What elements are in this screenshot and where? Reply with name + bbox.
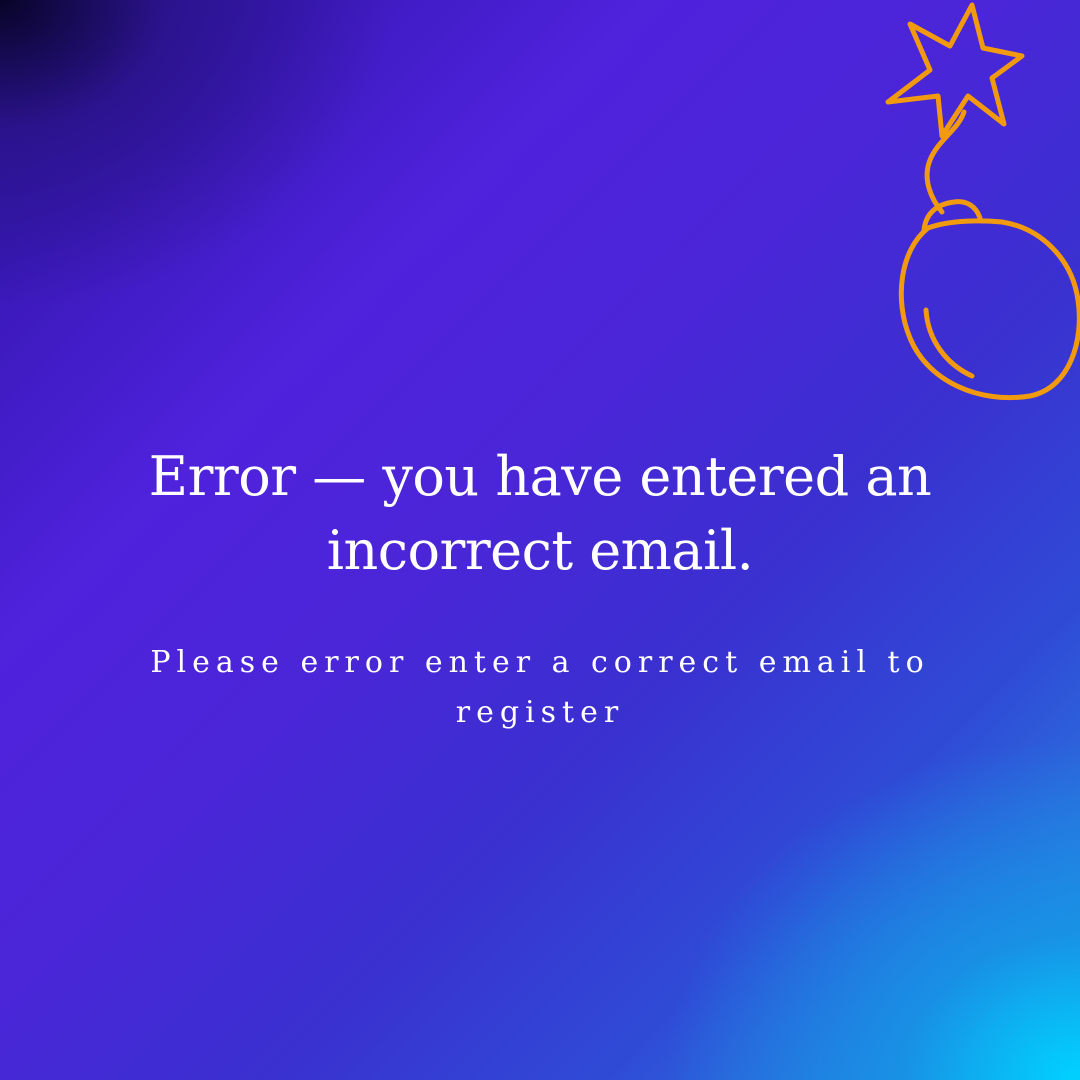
bomb-highlight bbox=[923, 307, 975, 379]
spark-star bbox=[885, 2, 1025, 139]
error-subtext: Please error enter a correct email to re… bbox=[150, 645, 930, 730]
bomb-icon bbox=[885, 2, 1080, 401]
error-message: Error — you have entered an incorrect em… bbox=[0, 440, 1080, 738]
error-headline: Error — you have entered an incorrect em… bbox=[148, 445, 932, 582]
